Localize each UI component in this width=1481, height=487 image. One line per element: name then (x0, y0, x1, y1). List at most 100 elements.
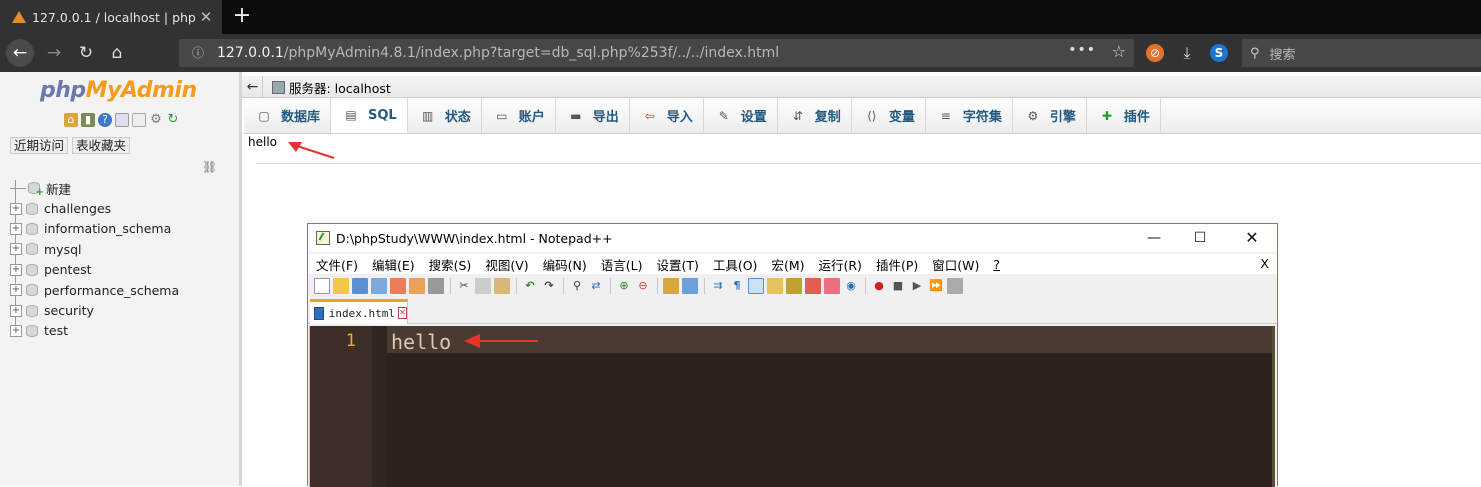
close-tab-icon[interactable]: ✕ (196, 8, 216, 26)
tree-new-database[interactable]: 新建 (10, 178, 179, 198)
expand-icon[interactable]: + (10, 202, 22, 215)
tab-import[interactable]: ⇦ 导入 (630, 98, 704, 133)
search-input[interactable]: ⚲ 搜索 (1242, 39, 1481, 67)
redo-icon[interactable]: ↷ (541, 278, 557, 294)
udl-icon[interactable] (767, 278, 783, 294)
find-icon[interactable]: ⚲ (569, 278, 585, 294)
doc-map-icon[interactable] (786, 278, 802, 294)
expand-icon[interactable]: + (10, 263, 22, 276)
browser-tab[interactable]: 127.0.0.1 / localhost | phpMy ✕ (0, 0, 222, 34)
stop-macro-icon[interactable]: ■ (890, 278, 906, 294)
home-button[interactable]: ⌂ (103, 39, 131, 67)
help-icon[interactable]: ? (98, 113, 112, 127)
save-icon[interactable] (352, 278, 368, 294)
back-button[interactable]: ← (6, 39, 34, 67)
favorite-tables-button[interactable]: 表收藏夹 (72, 137, 131, 154)
new-file-icon[interactable] (314, 278, 330, 294)
reload-button[interactable]: ↻ (72, 39, 100, 67)
close-document-button[interactable]: X (1260, 256, 1269, 271)
menu-window[interactable]: 窗口(W) (932, 255, 979, 274)
tree-db-item[interactable]: + challenges (10, 198, 179, 218)
tree-db-item[interactable]: + security (10, 300, 179, 320)
sync-vertical-icon[interactable] (663, 278, 679, 294)
page-actions-icon[interactable]: ••• (1068, 42, 1096, 58)
expand-icon[interactable]: + (10, 324, 22, 337)
home-icon[interactable]: ⌂ (64, 113, 78, 127)
new-tab-button[interactable]: + (230, 3, 254, 29)
tree-db-item[interactable]: + performance_schema (10, 280, 179, 300)
tab-databases[interactable]: ▢ 数据库 (244, 98, 332, 133)
menu-view[interactable]: 视图(V) (485, 255, 528, 274)
close-tab-icon[interactable]: ✕ (397, 307, 407, 319)
zoom-out-icon[interactable]: ⊖ (635, 278, 651, 294)
tree-db-item[interactable]: + mysql (10, 239, 179, 259)
menu-run[interactable]: 运行(R) (818, 255, 861, 274)
document-tab[interactable]: index.html ✕ (310, 299, 408, 324)
function-list-icon[interactable] (805, 278, 821, 294)
menu-search[interactable]: 搜索(S) (429, 255, 472, 274)
tab-settings[interactable]: ✎ 设置 (704, 98, 778, 133)
menu-encoding[interactable]: 编码(N) (543, 255, 587, 274)
print-icon[interactable] (428, 278, 444, 294)
code-editor[interactable]: 1 hello (309, 326, 1275, 487)
undo-icon[interactable]: ↶ (522, 278, 538, 294)
tab-variables[interactable]: ⟨⟩ 变量 (852, 98, 926, 133)
menu-file[interactable]: 文件(F) (316, 255, 358, 274)
bookmark-star-icon[interactable]: ☆ (1112, 42, 1126, 61)
logout-icon[interactable]: ▮ (81, 113, 95, 127)
open-file-icon[interactable] (333, 278, 349, 294)
tab-plugins[interactable]: ✚ 插件 (1087, 98, 1161, 133)
menu-settings[interactable]: 设置(T) (656, 255, 698, 274)
menu-edit[interactable]: 编辑(E) (372, 255, 415, 274)
menu-plugins[interactable]: 插件(P) (876, 255, 918, 274)
download-icon[interactable]: ⤓ (1178, 44, 1196, 62)
tab-engines[interactable]: ⚙ 引擎 (1013, 98, 1087, 133)
sync-horizontal-icon[interactable] (682, 278, 698, 294)
paste-icon[interactable] (494, 278, 510, 294)
docs-icon[interactable] (115, 113, 129, 127)
site-info-icon[interactable]: ⓘ (185, 44, 211, 62)
tab-sql[interactable]: ▤ SQL (331, 98, 408, 133)
tab-export[interactable]: ▬ 导出 (556, 98, 630, 133)
expand-icon[interactable]: + (10, 222, 22, 235)
tree-db-item[interactable]: + information_schema (10, 219, 179, 239)
maximize-button[interactable]: ☐ (1177, 224, 1223, 252)
tab-replication[interactable]: ⇵ 复制 (778, 98, 852, 133)
expand-icon[interactable]: + (10, 304, 22, 317)
tree-db-item[interactable]: + pentest (10, 260, 179, 280)
monitoring-icon[interactable]: ◉ (843, 278, 859, 294)
link-with-main-icon[interactable]: ⛓ (202, 160, 217, 174)
menu-tools[interactable]: 工具(O) (713, 255, 758, 274)
expand-icon[interactable]: + (10, 284, 22, 297)
menu-language[interactable]: 语言(L) (601, 255, 643, 274)
zoom-in-icon[interactable]: ⊕ (616, 278, 632, 294)
word-wrap-icon[interactable]: ⇉ (710, 278, 726, 294)
tab-charsets[interactable]: ≡ 字符集 (926, 98, 1013, 133)
s-extension-icon[interactable]: S (1210, 44, 1228, 62)
gear-icon[interactable]: ⚙ (149, 113, 163, 127)
play-macro-icon[interactable]: ▶ (909, 278, 925, 294)
folder-workspace-icon[interactable] (824, 278, 840, 294)
recent-tables-button[interactable]: 近期访问 (10, 137, 69, 154)
save-all-icon[interactable] (371, 278, 387, 294)
save-macro-icon[interactable] (947, 278, 963, 294)
copy-icon[interactable] (475, 278, 491, 294)
menu-macro[interactable]: 宏(M) (771, 255, 804, 274)
notepad-title-bar[interactable]: D:\phpStudy\WWW\index.html - Notepad++ —… (308, 224, 1277, 252)
phpmyadmin-logo[interactable]: phpMyAdmin (40, 78, 197, 103)
sql-docs-icon[interactable] (132, 113, 146, 127)
tab-accounts[interactable]: ▭ 账户 (482, 98, 556, 133)
show-all-chars-icon[interactable]: ¶ (729, 278, 745, 294)
run-macro-multiple-icon[interactable]: ⏩ (928, 278, 944, 294)
minimize-button[interactable]: — (1131, 224, 1177, 252)
replace-icon[interactable]: ⇄ (588, 278, 604, 294)
collapse-nav-button[interactable]: ← (243, 76, 263, 98)
tree-db-item[interactable]: + test (10, 321, 179, 341)
cut-icon[interactable]: ✂ (456, 278, 472, 294)
close-window-button[interactable]: ✕ (1229, 224, 1275, 252)
expand-icon[interactable]: + (10, 243, 22, 256)
address-bar[interactable]: ⓘ 127.0.0.1 /phpMyAdmin4.8.1/index.php?t… (179, 39, 1134, 67)
blocker-extension-icon[interactable]: ⊘ (1146, 44, 1164, 62)
close-all-icon[interactable] (409, 278, 425, 294)
forward-button[interactable]: → (40, 39, 68, 67)
